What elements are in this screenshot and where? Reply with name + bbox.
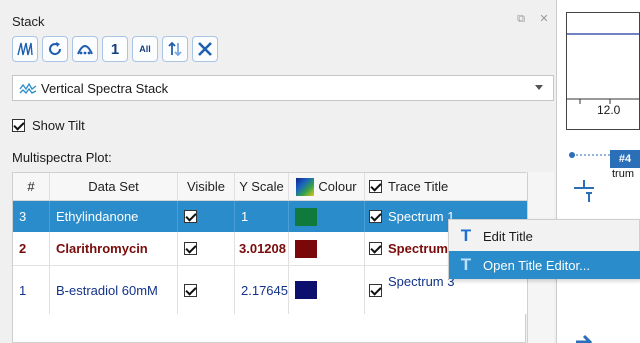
show-tilt-checkbox[interactable]	[12, 119, 25, 132]
visible-cell[interactable]	[178, 201, 235, 232]
colour-swatch[interactable]	[295, 281, 317, 299]
data-set-name: Ethylindanone	[50, 201, 178, 232]
y-scale-value[interactable]: 2.17645	[235, 266, 289, 314]
trace-title-all-checkbox[interactable]	[369, 180, 382, 193]
trace-tag[interactable]: #4	[610, 150, 640, 168]
row-number: 2	[13, 232, 50, 265]
column-header-y-scale[interactable]: Y Scale	[235, 173, 289, 200]
edit-title-menu-item[interactable]: T Edit Title	[449, 222, 640, 250]
float-window-icon[interactable]: ⧉	[514, 12, 528, 26]
peak-overlay-icon	[77, 45, 93, 55]
context-menu: T Edit Title T Open Title Editor...	[448, 219, 640, 279]
all-spectra-button[interactable]: All	[132, 36, 158, 62]
chevron-down-icon[interactable]	[535, 85, 543, 90]
title-t-icon: T	[460, 255, 472, 274]
y-scale-value[interactable]: 3.01208	[235, 232, 289, 265]
screen: { "panel": {"title": "Stack"}, "toolbar"…	[0, 0, 640, 343]
show-tilt-option[interactable]: Show Tilt	[12, 118, 85, 133]
visible-cell[interactable]	[178, 232, 235, 265]
sort-arrows-icon	[168, 41, 182, 57]
edit-title-label: Edit Title	[483, 228, 533, 244]
data-set-name: Clarithromycin	[50, 232, 178, 265]
stack-mode-value: Vertical Spectra Stack	[41, 80, 169, 96]
trace-title-header-label: Trace Title	[388, 179, 449, 194]
axis-scale-icon[interactable]	[570, 176, 598, 204]
stack-spectra-button[interactable]	[12, 36, 38, 62]
trace-title-checkbox[interactable]	[369, 210, 382, 223]
close-panel-icon[interactable]: ✕	[537, 12, 551, 26]
colour-swatch[interactable]	[295, 239, 317, 258]
row-number: 1	[13, 266, 50, 314]
multispectra-plot-label: Multispectra Plot:	[12, 150, 112, 165]
y-scale-value[interactable]: 1	[235, 201, 289, 232]
panel-title: Stack	[12, 14, 45, 29]
trace-title-checkbox[interactable]	[369, 242, 382, 255]
visible-checkbox[interactable]	[184, 242, 197, 255]
stack-spectra-icon	[17, 42, 33, 56]
colour-cell[interactable]	[289, 201, 365, 232]
colour-swatch[interactable]	[295, 207, 317, 226]
axis-tick-label: 12.0	[597, 103, 621, 117]
clear-stack-button[interactable]	[192, 36, 218, 62]
close-x-icon	[198, 42, 212, 56]
column-header-data-set[interactable]: Data Set	[50, 173, 178, 200]
stack-panel: Stack ⧉ ✕ 1 All Vertical Spectra Stack S…	[0, 0, 556, 343]
colour-cell[interactable]	[289, 232, 365, 265]
visible-cell[interactable]	[178, 266, 235, 314]
row-number: 3	[13, 201, 50, 232]
refresh-button[interactable]	[42, 36, 68, 62]
visible-checkbox[interactable]	[184, 210, 197, 223]
trace-title-text: Spectrum 1	[388, 209, 455, 224]
single-spectrum-button[interactable]: 1	[102, 36, 128, 62]
title-t-icon: T	[460, 226, 472, 245]
refresh-icon	[49, 42, 62, 56]
trace-title-text: Spectrum 3	[388, 274, 455, 289]
trace-title-checkbox[interactable]	[369, 284, 382, 297]
column-header-visible[interactable]: Visible	[178, 173, 235, 200]
table-header: # Data Set Visible Y Scale Colour Trace …	[13, 173, 527, 201]
open-title-editor-label: Open Title Editor...	[483, 257, 590, 273]
sort-button[interactable]	[162, 36, 188, 62]
colour-cell[interactable]	[289, 266, 365, 314]
peak-overlay-button[interactable]	[72, 36, 98, 62]
visible-checkbox[interactable]	[184, 283, 197, 297]
column-header-colour[interactable]: Colour	[289, 173, 365, 200]
stack-mode-select[interactable]: Vertical Spectra Stack	[12, 75, 554, 101]
data-set-name: B-estradiol 60mM	[50, 266, 178, 314]
zoom-arrow-icon[interactable]	[570, 328, 598, 343]
colour-header-label: Colour	[318, 179, 357, 194]
open-title-editor-menu-item[interactable]: T Open Title Editor...	[449, 251, 640, 279]
stack-toolbar: 1 All	[12, 36, 218, 62]
show-tilt-label: Show Tilt	[32, 118, 85, 133]
trace-tag-text: trum	[612, 168, 634, 180]
column-header-trace-title[interactable]: Trace Title	[365, 173, 527, 200]
vertical-stack-icon	[19, 82, 37, 94]
column-header-number[interactable]: #	[13, 173, 50, 200]
colour-gradient-icon	[296, 177, 315, 196]
